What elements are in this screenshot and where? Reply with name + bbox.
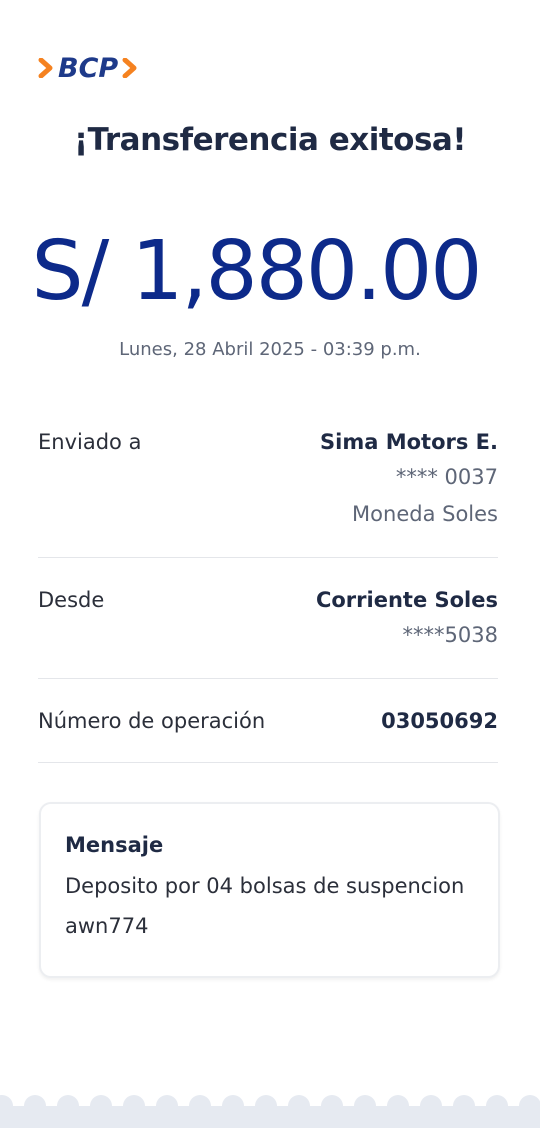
recipient-account: **** 0037 xyxy=(395,465,498,489)
detail-row-sent-to: Enviado a Sima Motors E. **** 0037 Moned… xyxy=(38,425,498,533)
detail-row-operation: Número de operación 03050692 xyxy=(38,704,498,738)
from-values: Corriente Soles ****5038 xyxy=(316,583,498,654)
divider xyxy=(38,678,498,679)
operation-values: 03050692 xyxy=(381,704,498,738)
message-title: Mensaje xyxy=(65,833,164,857)
transfer-datetime: Lunes, 28 Abril 2025 - 03:39 p.m. xyxy=(119,339,421,360)
operation-number: 03050692 xyxy=(381,709,498,733)
sent-to-values: Sima Motors E. **** 0037 Moneda Soles xyxy=(320,425,498,533)
transfer-amount: S/ 1,880.00 xyxy=(31,224,483,319)
logo-chevron-right-icon xyxy=(122,58,137,78)
detail-row-from: Desde Corriente Soles ****5038 xyxy=(38,583,498,654)
message-body: Deposito por 04 bolsas de suspencion awn… xyxy=(65,874,465,938)
recipient-name: Sima Motors E. xyxy=(320,430,498,454)
divider xyxy=(38,762,498,763)
message-card: Mensaje Deposito por 04 bolsas de suspen… xyxy=(39,802,500,978)
sent-to-label: Enviado a xyxy=(38,430,142,454)
source-account-type: Corriente Soles xyxy=(315,588,498,612)
recipient-currency: Moneda Soles xyxy=(352,502,498,526)
bcp-logo: BCP xyxy=(38,50,138,86)
scalloped-edge-decoration xyxy=(0,1095,540,1128)
brand-name: BCP xyxy=(58,52,119,84)
operation-label: Número de operación xyxy=(38,709,266,733)
divider xyxy=(38,557,498,558)
from-label: Desde xyxy=(38,588,105,612)
page-title: ¡Transferencia exitosa! xyxy=(74,122,466,158)
logo-chevron-left-icon xyxy=(38,58,53,78)
transfer-receipt: BCP ¡Transferencia exitosa! S/ 1,880.00 … xyxy=(0,0,540,1128)
source-account: ****5038 xyxy=(402,623,498,647)
